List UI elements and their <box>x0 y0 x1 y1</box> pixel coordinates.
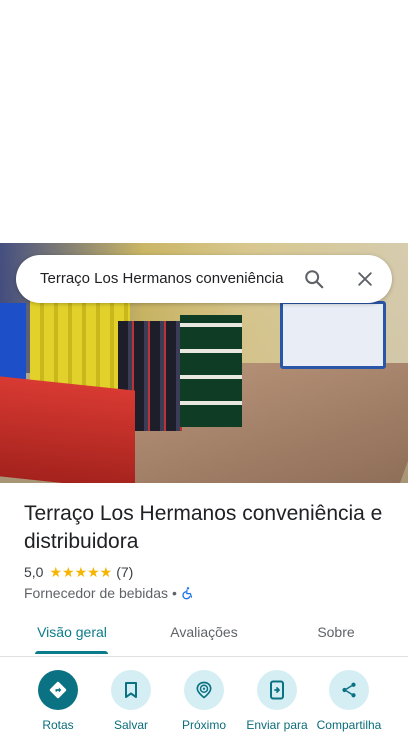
clear-button[interactable] <box>351 265 379 293</box>
send-to-phone-label: Enviar para <box>246 718 308 732</box>
tab-overview[interactable]: Visão geral <box>24 612 120 654</box>
photo-banner <box>280 301 386 369</box>
star-rating: ★★★★★ <box>49 563 113 580</box>
share-label: Compartilha <box>316 718 382 732</box>
search-input[interactable]: Terraço Los Hermanos conveniência <box>40 255 302 303</box>
wheelchair-accessible-icon <box>182 587 193 600</box>
blank-map-area <box>0 0 408 243</box>
place-category: Fornecedor de bebidas <box>24 585 168 601</box>
action-buttons: Rotas Salvar Próximo Enviar para Compart… <box>0 656 408 732</box>
directions-label: Rotas <box>42 718 74 732</box>
share-button[interactable]: Compartilha <box>311 670 387 732</box>
bookmark-icon <box>125 682 137 698</box>
active-tab-indicator <box>35 651 108 654</box>
close-icon <box>358 272 372 286</box>
nearby-button[interactable]: Próximo <box>166 670 242 732</box>
photo-blue-crate <box>0 303 26 383</box>
review-count[interactable]: (7) <box>116 564 133 580</box>
send-circle <box>257 670 297 710</box>
search-bar[interactable]: Terraço Los Hermanos conveniência <box>16 255 392 303</box>
send-to-phone-button[interactable]: Enviar para <box>239 670 315 732</box>
nearby-circle <box>184 670 224 710</box>
tab-about[interactable]: Sobre <box>288 612 384 654</box>
send-to-phone-icon <box>270 680 284 700</box>
directions-circle <box>38 670 78 710</box>
tab-reviews[interactable]: Avaliações <box>156 612 252 654</box>
place-tabs: Visão geral Avaliações Sobre <box>0 612 408 657</box>
directions-icon <box>49 681 67 699</box>
rating-value: 5,0 <box>24 564 44 580</box>
place-title: Terraço Los Hermanos conveniência e dist… <box>24 502 383 553</box>
separator-dot: • <box>172 585 177 601</box>
save-circle <box>111 670 151 710</box>
category-row: Fornecedor de bebidas • <box>24 584 195 602</box>
nearby-icon <box>196 681 212 699</box>
nearby-label: Próximo <box>181 718 226 732</box>
share-icon <box>342 682 356 698</box>
search-button[interactable] <box>300 265 328 293</box>
rating-row[interactable]: 5,0 ★★★★★ (7) <box>24 563 133 581</box>
save-button[interactable]: Salvar <box>93 670 169 732</box>
share-circle <box>329 670 369 710</box>
search-icon <box>305 270 324 289</box>
directions-button[interactable]: Rotas <box>20 670 96 732</box>
photo-boxes <box>180 315 242 427</box>
photo-cooler <box>0 375 135 483</box>
save-label: Salvar <box>113 718 148 732</box>
